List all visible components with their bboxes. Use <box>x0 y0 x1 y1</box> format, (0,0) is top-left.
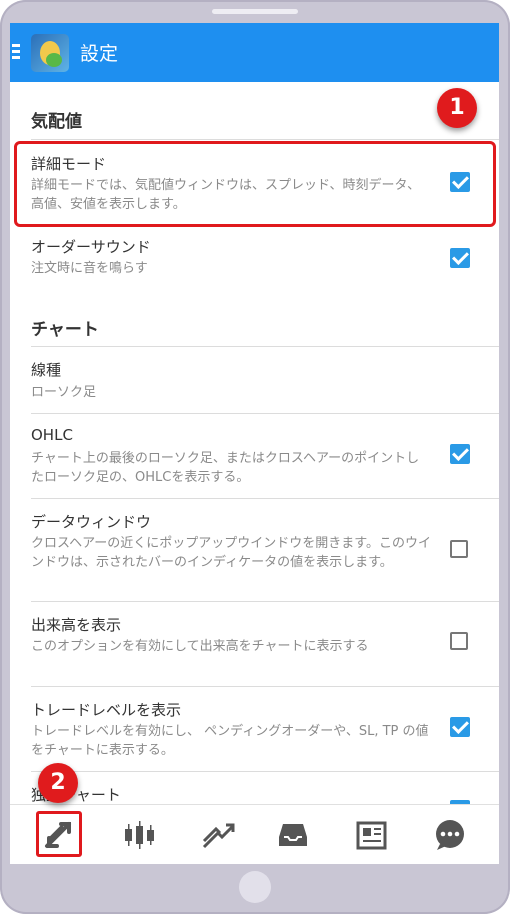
app-bar: 設定 <box>10 23 499 82</box>
highlight-box-advanced-mode <box>14 141 496 227</box>
setting-description: クロスヘアーの近くにポップアップウインドウを開きます。このウインドウは、示された… <box>31 536 432 570</box>
show-volume-checkbox[interactable] <box>450 632 468 650</box>
setting-ohlc[interactable]: OHLC チャート上の最後のローソク足、またはクロスヘアーのポイントしたローソク… <box>10 414 499 498</box>
phone-frame: 設定 気配値 詳細モード 詳細モードでは、気配値ウィンドウは、スプレッド、時刻デ… <box>0 0 510 914</box>
chat-icon[interactable] <box>429 815 471 855</box>
annotation-badge-2: 2 <box>38 763 78 803</box>
order-sound-checkbox[interactable] <box>450 248 470 268</box>
bottom-navigation <box>10 804 499 864</box>
candlestick-chart-icon[interactable] <box>118 815 160 855</box>
trade-levels-checkbox[interactable] <box>450 717 470 737</box>
phone-speaker <box>212 9 298 14</box>
setting-title: トレードレベルを表示 <box>31 701 182 719</box>
app-screen: 設定 気配値 詳細モード 詳細モードでは、気配値ウィンドウは、スプレッド、時刻デ… <box>10 23 499 864</box>
setting-description: このオプションを有効にして出来高をチャートに表示する <box>31 639 369 654</box>
setting-show-volume[interactable]: 出来高を表示 このオプションを有効にして出来高をチャートに表示する <box>10 602 499 686</box>
setting-description: ローソク足 <box>31 385 97 400</box>
divider <box>31 139 499 140</box>
setting-description: トレードレベルを有効にし、 ペンディングオーダーや、SL, TP の値をチャート… <box>31 724 429 758</box>
setting-line-type[interactable]: 線種 ローソク足 <box>10 347 499 413</box>
setting-description: チャート上の最後のローソク足、またはクロスヘアーのポイントしたローソク足の、OH… <box>31 451 420 485</box>
highlight-box-quotes <box>36 811 82 857</box>
setting-order-sound[interactable]: オーダーサウンド 注文時に音を鳴らす <box>10 228 499 300</box>
data-window-checkbox[interactable] <box>450 540 468 558</box>
setting-title: データウィンドウ <box>31 513 152 531</box>
setting-title: オーダーサウンド <box>31 238 151 256</box>
page-title: 設定 <box>80 43 119 65</box>
menu-icon[interactable] <box>12 44 20 60</box>
news-icon[interactable] <box>350 815 392 855</box>
setting-show-trade-levels[interactable]: トレードレベルを表示 トレードレベルを有効にし、 ペンディングオーダーや、SL,… <box>10 687 499 771</box>
annotation-badge-1: 1 <box>437 88 477 128</box>
setting-title: 出来高を表示 <box>31 616 122 634</box>
setting-title: 線種 <box>31 361 62 379</box>
setting-title: OHLC <box>31 426 73 444</box>
setting-data-window[interactable]: データウィンドウ クロスヘアーの近くにポップアップウインドウを開きます。このウイ… <box>10 499 499 601</box>
trade-icon[interactable] <box>198 815 240 855</box>
home-button[interactable] <box>239 871 271 903</box>
setting-description: 注文時に音を鳴らす <box>31 261 148 276</box>
app-logo <box>31 34 69 72</box>
ohlc-checkbox[interactable] <box>450 444 470 464</box>
history-inbox-icon[interactable] <box>272 815 314 855</box>
section-title-chart: チャート <box>31 320 99 340</box>
section-title-quotes: 気配値 <box>31 112 82 132</box>
